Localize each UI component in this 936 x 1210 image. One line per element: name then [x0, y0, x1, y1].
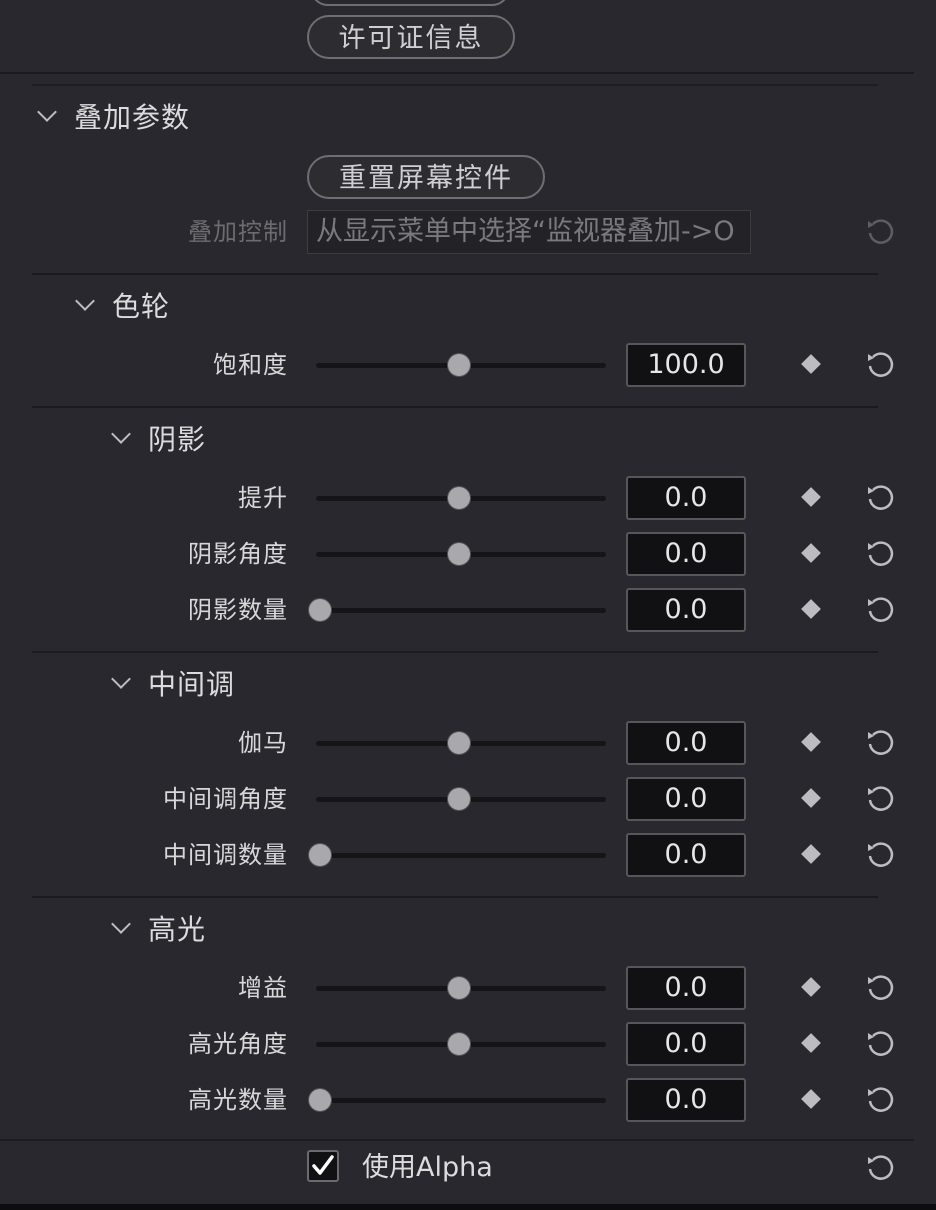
- divider: [0, 1139, 914, 1141]
- section-overlay-header[interactable]: 叠加参数: [37, 96, 191, 136]
- keyframe-diamond-icon[interactable]: [801, 543, 821, 563]
- param-label: 饱和度: [213, 351, 288, 379]
- param-row-shadow-amount: 阴影数量 0.0: [0, 588, 936, 632]
- param-label: 中间调角度: [163, 785, 288, 813]
- divider: [32, 273, 878, 275]
- chevron-down-icon: [111, 914, 131, 934]
- slider-handle[interactable]: [309, 844, 331, 866]
- param-label: 增益: [238, 974, 288, 1002]
- param-row-gain: 增益 0.0: [0, 966, 936, 1010]
- param-row-highlight-angle: 高光角度 0.0: [0, 1022, 936, 1066]
- reset-icon[interactable]: [864, 783, 896, 815]
- overlay-control-label: 叠加控制: [188, 218, 288, 246]
- divider: [32, 651, 878, 653]
- value-field[interactable]: 0.0: [626, 966, 746, 1010]
- keyframe-diamond-icon[interactable]: [801, 487, 821, 507]
- value-field[interactable]: 0.0: [626, 721, 746, 765]
- reset-icon[interactable]: [864, 538, 896, 570]
- divider: [32, 896, 878, 898]
- value-field[interactable]: 0.0: [626, 1078, 746, 1122]
- reset-icon[interactable]: [864, 1084, 896, 1116]
- value-field[interactable]: 0.0: [626, 532, 746, 576]
- keyframe-diamond-icon[interactable]: [801, 1089, 821, 1109]
- slider-handle[interactable]: [309, 599, 331, 621]
- section-title: 中间调: [148, 668, 236, 701]
- keyframe-diamond-icon[interactable]: [801, 977, 821, 997]
- reset-icon[interactable]: [864, 972, 896, 1004]
- section-shadows-header[interactable]: 阴影: [111, 418, 207, 458]
- value-field[interactable]: 100.0: [626, 343, 746, 387]
- slider-handle[interactable]: [448, 487, 470, 509]
- param-row-gamma: 伽马 0.0: [0, 721, 936, 765]
- chevron-down-icon: [111, 424, 131, 444]
- bottom-bar: [0, 1204, 936, 1210]
- param-label: 高光数量: [188, 1086, 288, 1114]
- reset-onscreen-controls-button[interactable]: 重置屏幕控件: [307, 155, 545, 199]
- use-alpha-checkbox[interactable]: [307, 1150, 339, 1182]
- param-row-saturation: 饱和度 100.0: [0, 343, 936, 387]
- param-label: 伽马: [238, 729, 288, 757]
- slider-handle[interactable]: [448, 788, 470, 810]
- slider-handle[interactable]: [448, 543, 470, 565]
- keyframe-diamond-icon[interactable]: [801, 844, 821, 864]
- reset-icon[interactable]: [864, 216, 896, 248]
- divider: [0, 72, 914, 74]
- value-field[interactable]: 0.0: [626, 1022, 746, 1066]
- checkmark-icon: [312, 1155, 334, 1175]
- value-field[interactable]: 0.0: [626, 476, 746, 520]
- keyframe-diamond-icon[interactable]: [801, 599, 821, 619]
- param-row-highlight-amount: 高光数量 0.0: [0, 1078, 936, 1122]
- section-midtones-header[interactable]: 中间调: [111, 663, 236, 703]
- value-field[interactable]: 0.0: [626, 777, 746, 821]
- param-label: 中间调数量: [163, 841, 288, 869]
- reset-icon[interactable]: [864, 349, 896, 381]
- keyframe-diamond-icon[interactable]: [801, 788, 821, 808]
- keyframe-diamond-icon[interactable]: [801, 1033, 821, 1053]
- reset-icon[interactable]: [864, 1028, 896, 1060]
- keyframe-diamond-icon[interactable]: [801, 354, 821, 374]
- chevron-down-icon: [37, 102, 57, 122]
- keyframe-diamond-icon[interactable]: [801, 732, 821, 752]
- section-title: 色轮: [112, 290, 171, 323]
- divider: [32, 84, 878, 86]
- chevron-down-icon: [75, 291, 95, 311]
- slider-handle[interactable]: [448, 732, 470, 754]
- slider-track[interactable]: [316, 853, 606, 858]
- param-label: 高光角度: [188, 1030, 288, 1058]
- top-cutoff-button[interactable]: [310, 0, 510, 6]
- param-label: 阴影角度: [188, 540, 288, 568]
- section-color-wheel-header[interactable]: 色轮: [75, 285, 171, 325]
- value-field[interactable]: 0.0: [626, 833, 746, 877]
- param-row-midtone-amount: 中间调数量 0.0: [0, 833, 936, 877]
- param-row-shadow-angle: 阴影角度 0.0: [0, 532, 936, 576]
- section-highlights-header[interactable]: 高光: [111, 908, 207, 948]
- slider-track[interactable]: [316, 608, 606, 613]
- section-title: 阴影: [148, 423, 207, 456]
- reset-icon[interactable]: [864, 1152, 896, 1184]
- slider-track[interactable]: [316, 1098, 606, 1103]
- reset-icon[interactable]: [864, 727, 896, 759]
- overlay-control-field: 从显示菜单中选择“监视器叠加->O: [307, 210, 751, 254]
- slider-handle[interactable]: [448, 354, 470, 376]
- param-row-midtone-angle: 中间调角度 0.0: [0, 777, 936, 821]
- use-alpha-label: 使用Alpha: [362, 1152, 493, 1183]
- reset-icon[interactable]: [864, 839, 896, 871]
- section-title: 高光: [148, 913, 207, 946]
- slider-handle[interactable]: [309, 1089, 331, 1111]
- slider-handle[interactable]: [448, 1033, 470, 1055]
- license-info-button[interactable]: 许可证信息: [307, 15, 515, 59]
- slider-handle[interactable]: [448, 977, 470, 999]
- section-title: 叠加参数: [74, 101, 191, 134]
- param-row-lift: 提升 0.0: [0, 476, 936, 520]
- value-field[interactable]: 0.0: [626, 588, 746, 632]
- param-label: 阴影数量: [188, 596, 288, 624]
- divider: [32, 406, 878, 408]
- param-label: 提升: [238, 484, 288, 512]
- reset-icon[interactable]: [864, 482, 896, 514]
- chevron-down-icon: [111, 669, 131, 689]
- reset-icon[interactable]: [864, 594, 896, 626]
